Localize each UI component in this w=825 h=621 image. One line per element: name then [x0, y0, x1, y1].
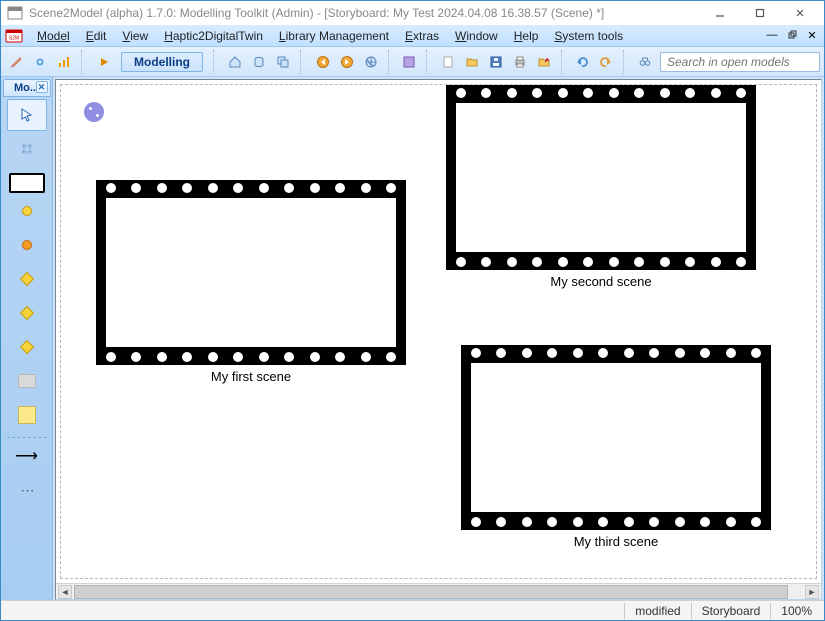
open-icon[interactable] — [461, 51, 483, 73]
toolbar-separator — [300, 50, 306, 74]
scene-label: My first scene — [96, 369, 406, 384]
menu-view[interactable]: View — [114, 27, 156, 45]
scroll-right-icon[interactable]: ► — [805, 585, 819, 599]
titlebar: Scene2Model (alpha) 1.7.0: Modelling Too… — [1, 1, 824, 25]
yellow-circle-tool[interactable] — [7, 195, 47, 227]
export-icon[interactable] — [533, 51, 555, 73]
page-indicator-icon[interactable]: ⋯ — [7, 474, 47, 506]
mode-label[interactable]: Modelling — [121, 52, 203, 72]
menu-help[interactable]: Help — [506, 27, 547, 45]
status-model-type: Storyboard — [691, 603, 771, 619]
scene-content-area[interactable] — [471, 363, 761, 512]
scene-frame[interactable] — [96, 180, 406, 365]
menu-system-tools[interactable]: System tools — [546, 27, 631, 45]
doc-close[interactable]: ✕ — [804, 28, 820, 42]
scene-frame[interactable] — [461, 345, 771, 530]
menu-library-management[interactable]: Library Management — [271, 27, 397, 45]
cascade-icon[interactable] — [272, 51, 294, 73]
scene-frame[interactable] — [446, 85, 756, 270]
yellow-diamond-tool-3[interactable] — [7, 331, 47, 363]
status-zoom[interactable]: 100% — [770, 603, 822, 619]
open-model-search-input[interactable] — [660, 52, 820, 72]
window-minimize[interactable] — [700, 2, 740, 24]
tool-play-icon[interactable] — [93, 51, 115, 73]
scene-frame-tool[interactable] — [9, 173, 45, 193]
arrow-connector-tool[interactable]: ⟶ — [7, 440, 47, 472]
tool-pencil-icon[interactable] — [5, 51, 27, 73]
scene-2[interactable]: My second scene — [446, 85, 756, 289]
print-icon[interactable] — [509, 51, 531, 73]
palette-sidebar: Mo... ✕ ⟶ ⋯ — [1, 77, 53, 600]
note-tool[interactable] — [7, 399, 47, 431]
yellow-diamond-tool-1[interactable] — [7, 263, 47, 295]
storyboard-canvas[interactable]: My first scene My second scene My third sc… — [56, 80, 821, 583]
doc-restore[interactable] — [784, 28, 800, 42]
database-icon[interactable] — [248, 51, 270, 73]
palette-tab-close-icon[interactable]: ✕ — [36, 81, 48, 93]
toolbar-separator — [388, 50, 393, 74]
scene-label: My third scene — [461, 534, 771, 549]
scroll-left-icon[interactable]: ◄ — [58, 585, 72, 599]
nav-back-icon[interactable] — [312, 51, 334, 73]
palette-divider — [7, 437, 47, 438]
home-icon[interactable] — [224, 51, 246, 73]
script-icon[interactable] — [398, 51, 420, 73]
statusbar: modified Storyboard 100% — [1, 600, 824, 620]
scene-label: My second scene — [446, 274, 756, 289]
menu-extras[interactable]: Extras — [397, 27, 447, 45]
undo-icon[interactable] — [571, 51, 593, 73]
palette-tab[interactable]: Mo... ✕ — [3, 79, 51, 97]
menu-haptic2digitaltwin[interactable]: Haptic2DigitalTwin — [156, 27, 271, 45]
scene-content-area[interactable] — [456, 103, 746, 252]
redo-icon[interactable] — [595, 51, 617, 73]
toolbar-separator — [213, 50, 218, 74]
window-title: Scene2Model (alpha) 1.7.0: Modelling Too… — [29, 6, 700, 20]
menu-model[interactable]: Model — [29, 27, 78, 45]
status-modified: modified — [624, 603, 690, 619]
new-icon[interactable] — [437, 51, 459, 73]
scene-3[interactable]: My third scene — [461, 345, 771, 549]
window-maximize[interactable] — [740, 2, 780, 24]
document-window-controls: — ✕ — [764, 28, 820, 42]
toolbar-separator — [561, 50, 566, 74]
horizontal-scrollbar[interactable]: ◄ ► — [56, 583, 821, 599]
app-icon — [7, 5, 23, 21]
tool-chart-icon[interactable] — [53, 51, 75, 73]
svg-text:S2M: S2M — [9, 35, 19, 41]
save-icon[interactable] — [485, 51, 507, 73]
workspace: Mo... ✕ ⟶ ⋯ My first scene My second scen… — [1, 77, 824, 600]
scene-content-area[interactable] — [106, 198, 396, 347]
canvas-container: My first scene My second scene My third sc… — [55, 79, 822, 600]
yellow-diamond-tool-2[interactable] — [7, 297, 47, 329]
toolbar-separator — [426, 50, 431, 74]
globe-icon[interactable] — [360, 51, 382, 73]
toolbar: Modelling — [1, 47, 824, 77]
tool-gear-icon[interactable] — [29, 51, 51, 73]
toolbar-separator — [81, 50, 87, 74]
grid-tool[interactable] — [7, 133, 47, 165]
grey-rect-tool[interactable] — [7, 365, 47, 397]
doc-minimize[interactable]: — — [764, 28, 780, 42]
orange-circle-tool[interactable] — [7, 229, 47, 261]
menu-edit[interactable]: Edit — [78, 27, 115, 45]
menubar: S2M Model Edit View Haptic2DigitalTwin L… — [1, 25, 824, 47]
nav-forward-icon[interactable] — [336, 51, 358, 73]
window-close[interactable] — [780, 2, 820, 24]
scene-1[interactable]: My first scene — [96, 180, 406, 384]
app-logo-icon: S2M — [5, 27, 23, 45]
toolbar-separator — [623, 50, 628, 74]
binoculars-icon[interactable] — [634, 51, 656, 73]
scroll-track[interactable] — [74, 585, 803, 599]
canvas-origin-handle-icon[interactable] — [84, 102, 104, 122]
pointer-tool[interactable] — [7, 99, 47, 131]
menu-window[interactable]: Window — [447, 27, 506, 45]
